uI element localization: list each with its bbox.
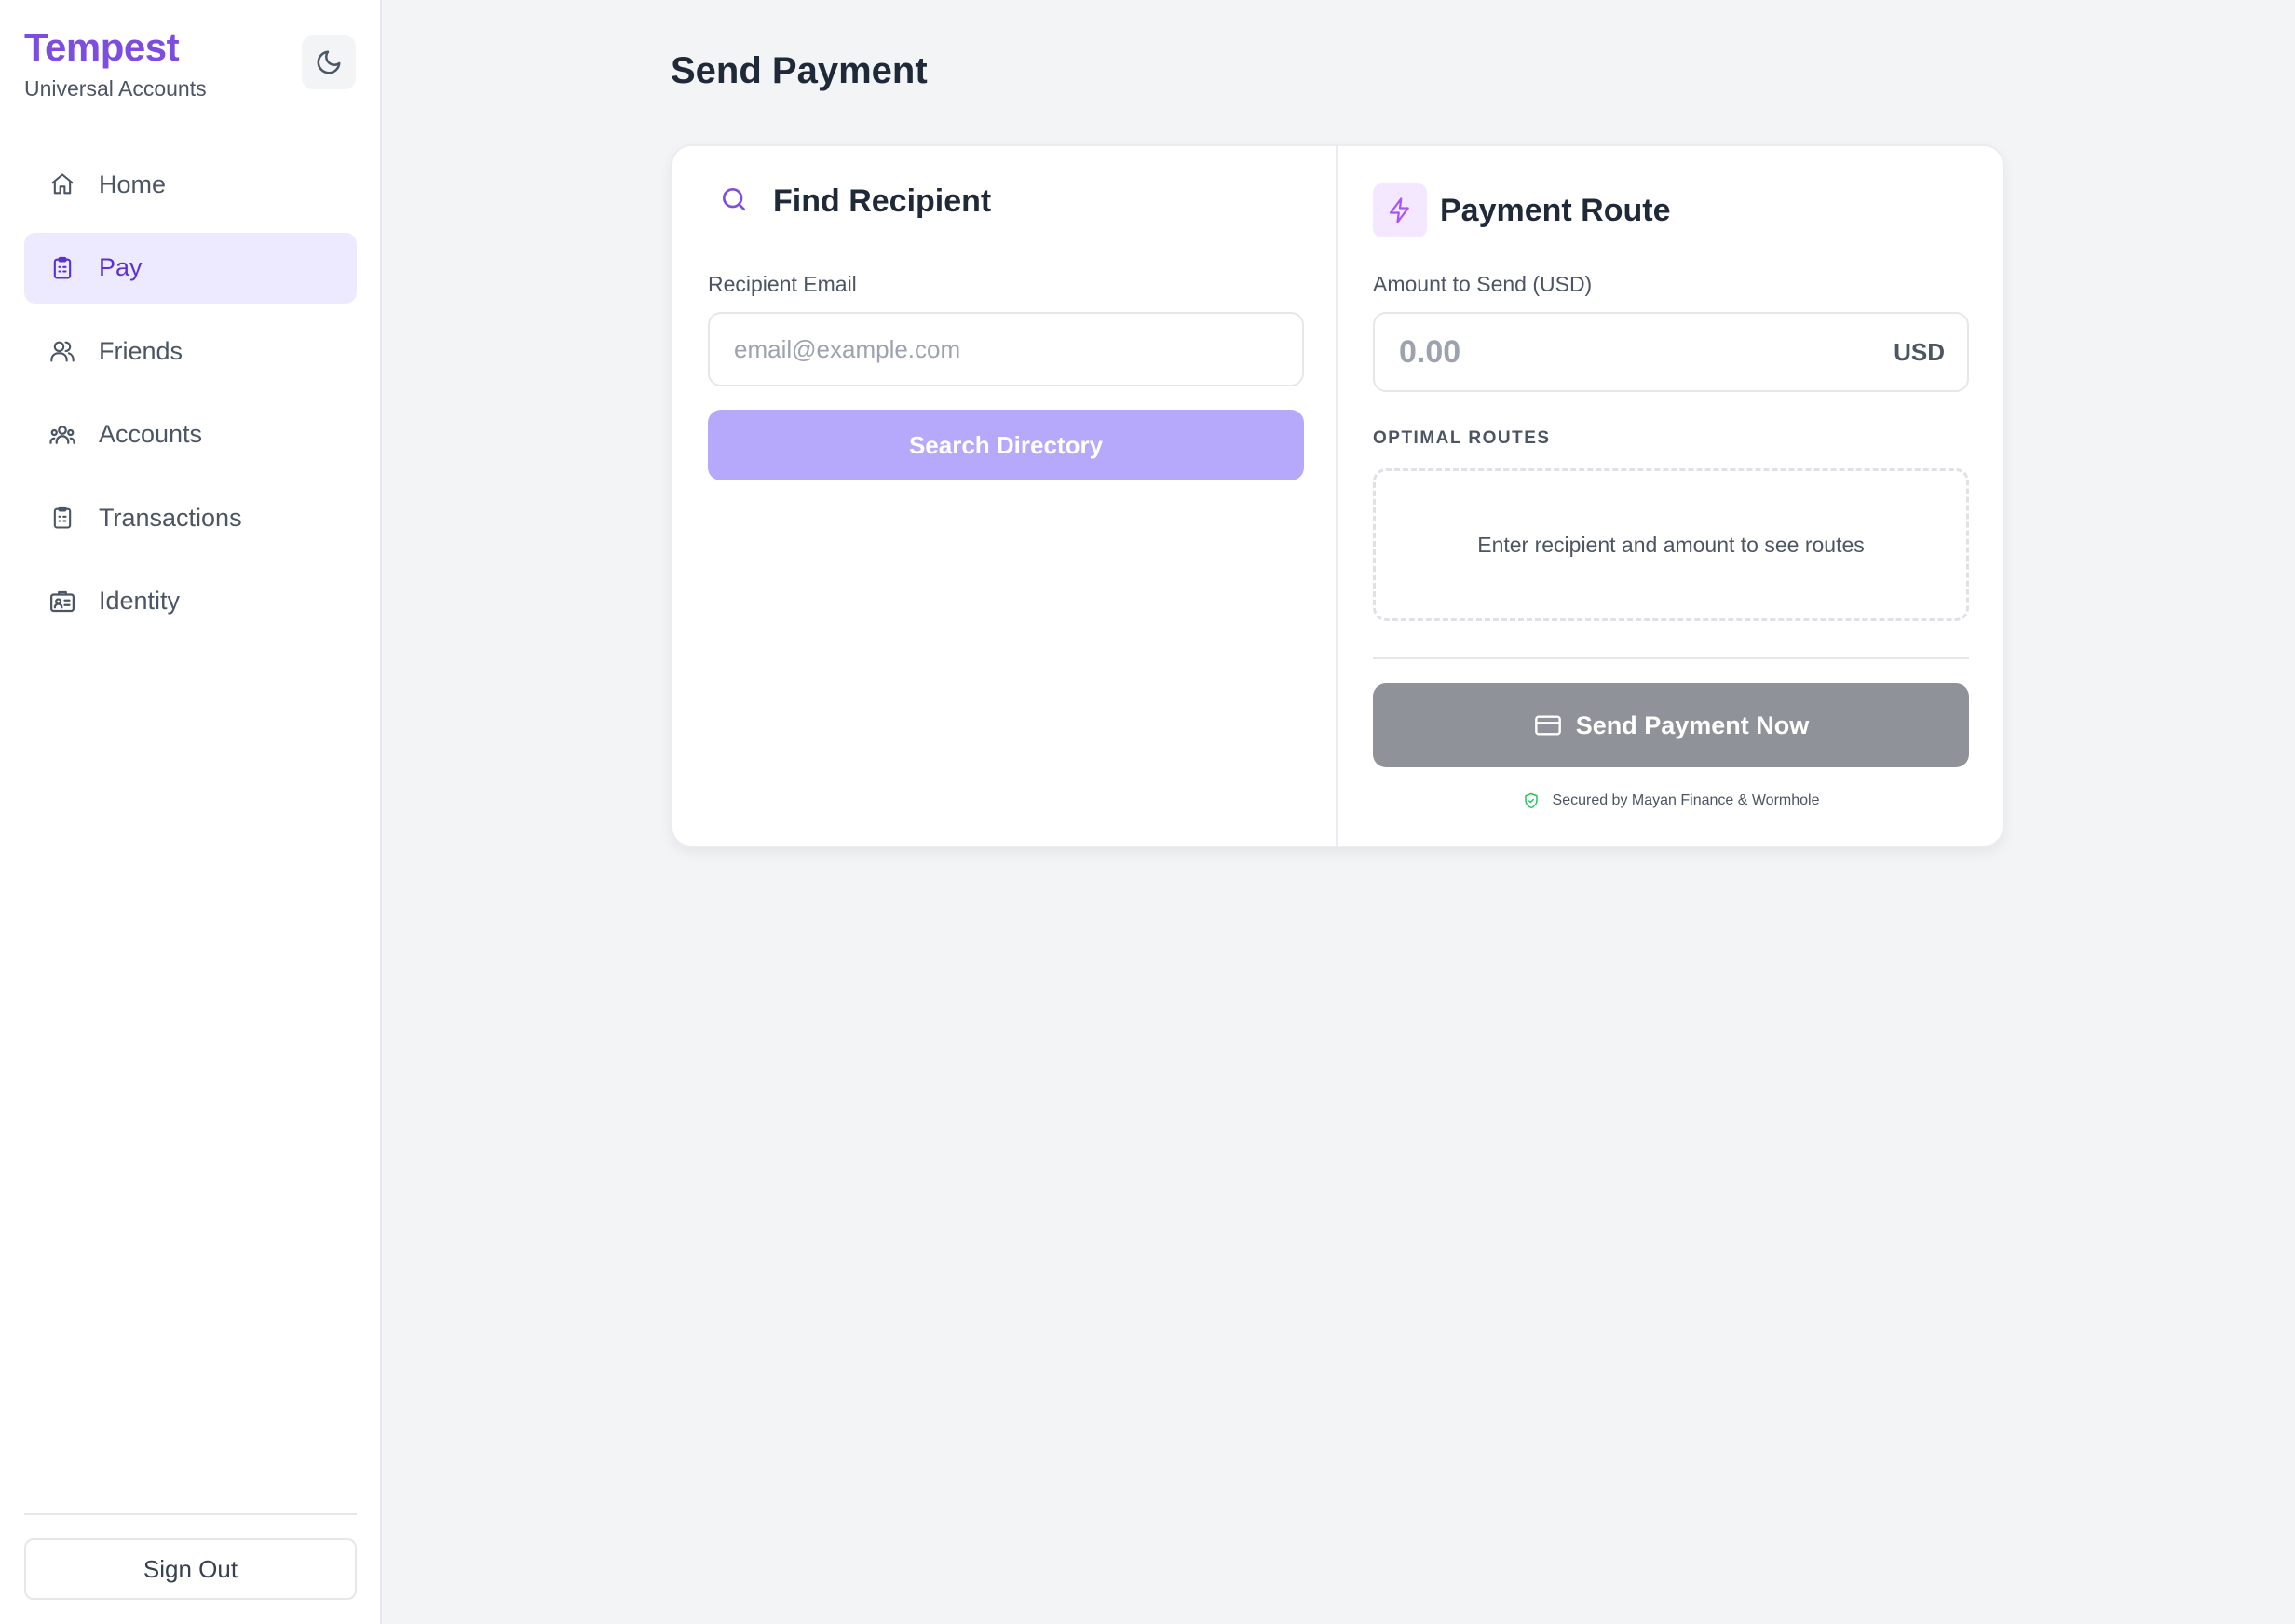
sidebar-item-label: Friends <box>99 336 183 365</box>
routes-empty-text: Enter recipient and amount to see routes <box>1477 532 1865 557</box>
payment-route-header: Payment Route <box>1373 183 1671 237</box>
payment-route-panel: Payment Route Amount to Send (USD) USD O… <box>1338 146 2003 846</box>
shield-check-icon <box>1523 792 1540 809</box>
sidebar-item-friends[interactable]: Friends <box>24 316 357 386</box>
clipboard-icon <box>48 254 76 282</box>
app-subtitle: Universal Accounts <box>24 76 207 101</box>
search-directory-button[interactable]: Search Directory <box>708 410 1304 480</box>
send-payment-label: Send Payment Now <box>1575 710 1810 739</box>
send-payment-button[interactable]: Send Payment Now <box>1373 683 1969 767</box>
amount-label: Amount to Send (USD) <box>1373 272 1593 296</box>
brand: Tempest Universal Accounts <box>24 24 207 102</box>
recipient-email-label: Recipient Email <box>708 272 857 296</box>
sidebar-item-label: Identity <box>99 587 181 615</box>
currency-label: USD <box>1894 337 1945 366</box>
sidebar-divider <box>24 1513 357 1515</box>
sidebar-item-label: Home <box>99 169 167 198</box>
find-recipient-panel: Find Recipient Recipient Email Search Di… <box>672 146 1338 846</box>
sidebar-item-label: Transactions <box>99 503 242 532</box>
app-name[interactable]: Tempest <box>24 24 207 71</box>
search-icon <box>719 184 749 219</box>
sidebar-item-home[interactable]: Home <box>24 149 357 220</box>
sidebar-nav: Home Pay Friends Accounts Transactions I… <box>24 149 357 649</box>
sidebar-item-label: Accounts <box>99 420 203 448</box>
optimal-routes-label: OPTIMAL ROUTES <box>1373 428 1551 448</box>
sidebar-item-accounts[interactable]: Accounts <box>24 399 357 470</box>
find-recipient-header: Find Recipient <box>719 183 991 220</box>
group-icon <box>48 421 76 449</box>
lightning-icon <box>1373 183 1427 237</box>
credit-card-icon <box>1533 710 1563 740</box>
theme-toggle-button[interactable] <box>302 35 356 89</box>
amount-field: USD <box>1373 312 1969 392</box>
payment-route-heading: Payment Route <box>1440 192 1671 228</box>
sidebar-item-pay[interactable]: Pay <box>24 232 357 304</box>
divider <box>1373 657 1969 659</box>
users-icon <box>48 337 76 365</box>
routes-empty-state: Enter recipient and amount to see routes <box>1373 468 1969 621</box>
secured-note: Secured by Mayan Finance & Wormhole <box>1373 792 1969 809</box>
page-title: Send Payment <box>671 50 928 91</box>
sign-out-button[interactable]: Sign Out <box>24 1538 357 1600</box>
sidebar-item-transactions[interactable]: Transactions <box>24 482 357 553</box>
sidebar: Tempest Universal Accounts Home Pay Frie… <box>0 0 382 1624</box>
sidebar-item-label: Pay <box>99 253 143 281</box>
home-icon <box>48 170 76 198</box>
amount-input[interactable] <box>1399 333 1846 371</box>
secured-text: Secured by Mayan Finance & Wormhole <box>1552 792 1820 808</box>
sidebar-item-identity[interactable]: Identity <box>24 566 357 637</box>
clipboard-list-icon <box>48 504 76 532</box>
find-recipient-heading: Find Recipient <box>773 183 992 219</box>
recipient-email-input[interactable] <box>708 312 1304 386</box>
payment-card: Find Recipient Recipient Email Search Di… <box>671 144 2004 847</box>
id-card-icon <box>48 588 76 616</box>
moon-icon <box>317 50 341 74</box>
